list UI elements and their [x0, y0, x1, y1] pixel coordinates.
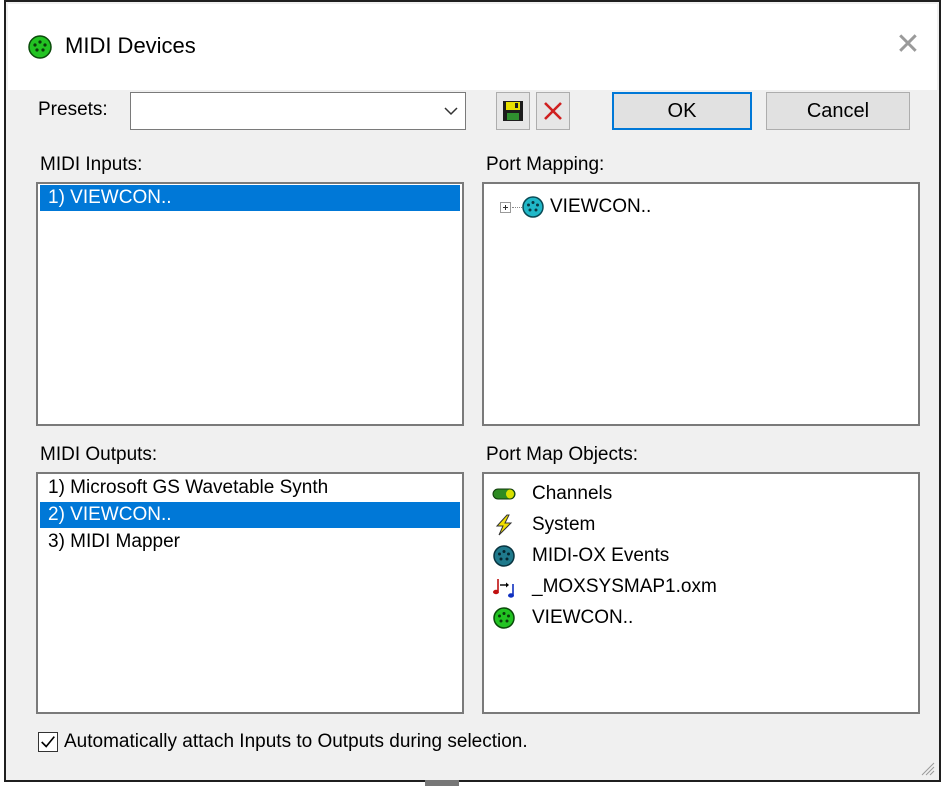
list-item[interactable]: 3) MIDI Mapper — [40, 529, 460, 555]
midi-inputs-list[interactable]: 1) VIEWCON.. — [36, 182, 464, 426]
presets-combobox[interactable] — [130, 92, 466, 130]
list-item[interactable]: System — [484, 509, 918, 540]
save-icon — [503, 101, 523, 121]
save-preset-button[interactable] — [496, 92, 530, 130]
delete-icon — [544, 102, 562, 120]
checkmark-icon — [41, 736, 55, 748]
title-bar[interactable]: MIDI Devices ✕ — [8, 4, 937, 90]
map-file-icon — [493, 579, 514, 598]
window-title: MIDI Devices — [65, 33, 196, 58]
cancel-button[interactable]: Cancel — [766, 92, 910, 130]
midi-port-icon — [493, 607, 515, 629]
channels-icon — [492, 488, 516, 500]
port-mapping-tree[interactable]: VIEWCON.. — [482, 182, 920, 426]
midi-devices-dialog: MIDI Devices ✕ Presets: OK Cancel MIDI I… — [4, 0, 941, 782]
port-map-objects-label: Port Map Objects: — [486, 444, 639, 465]
chevron-down-icon[interactable] — [443, 103, 459, 119]
expand-icon[interactable] — [500, 202, 511, 213]
list-item[interactable]: 1) Microsoft GS Wavetable Synth — [40, 475, 460, 501]
close-icon[interactable]: ✕ — [893, 30, 923, 60]
midi-inputs-label: MIDI Inputs: — [40, 154, 143, 175]
midi-port-icon — [522, 196, 544, 218]
auto-attach-checkbox[interactable] — [38, 732, 58, 752]
port-map-objects-list[interactable]: Channels System MIDI-OX Events _MOXSYSMA… — [482, 472, 920, 714]
delete-preset-button[interactable] — [536, 92, 570, 130]
list-item[interactable]: 2) VIEWCON.. — [40, 502, 460, 528]
ok-button[interactable]: OK — [612, 92, 752, 130]
system-icon — [495, 514, 513, 536]
list-item[interactable]: VIEWCON.. — [484, 602, 918, 633]
window-bottom-edge — [425, 780, 459, 786]
list-item[interactable]: Channels — [484, 478, 918, 509]
midi-ox-events-icon — [493, 545, 515, 567]
list-item[interactable]: _MOXSYSMAP1.oxm — [484, 571, 918, 602]
midi-port-icon — [28, 35, 52, 59]
midi-outputs-list[interactable]: 1) Microsoft GS Wavetable Synth 2) VIEWC… — [36, 472, 464, 714]
tree-connector — [512, 207, 522, 208]
list-item[interactable]: 1) VIEWCON.. — [40, 185, 460, 211]
presets-label: Presets: — [38, 99, 108, 120]
midi-outputs-label: MIDI Outputs: — [40, 444, 158, 465]
port-mapping-label: Port Mapping: — [486, 154, 605, 175]
auto-attach-label[interactable]: Automatically attach Inputs to Outputs d… — [64, 731, 528, 753]
tree-node-label: VIEWCON.. — [550, 196, 652, 217]
resize-grip-icon[interactable] — [919, 760, 935, 776]
list-item[interactable]: MIDI-OX Events — [484, 540, 918, 571]
